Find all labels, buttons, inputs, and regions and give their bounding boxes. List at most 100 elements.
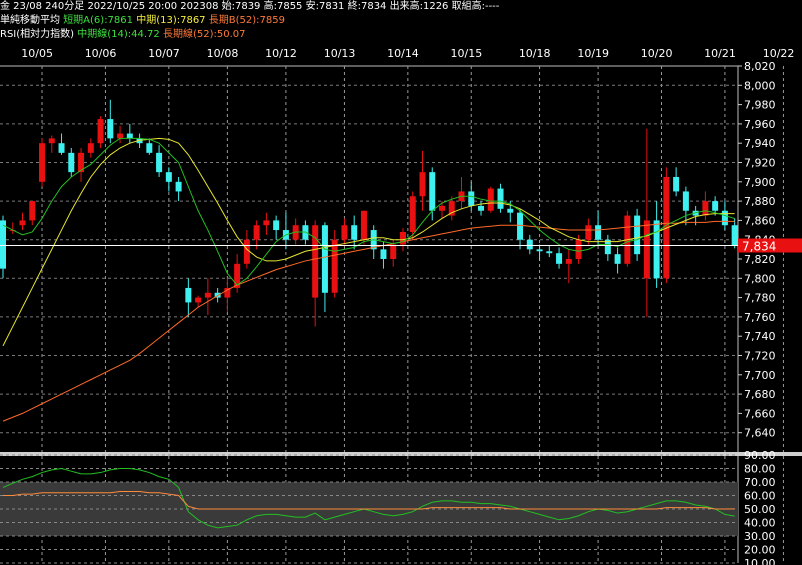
candle-down bbox=[721, 210, 728, 226]
rsi-tick-label: 30.00 bbox=[744, 530, 776, 543]
candle-up bbox=[87, 143, 94, 153]
last-price-label: 7,834 bbox=[742, 239, 776, 253]
rsi-axis: 10.0020.0030.0040.0050.0060.0070.0080.00… bbox=[744, 449, 776, 565]
price-tick-label: 7,920 bbox=[744, 157, 776, 170]
rsi-tick-label: 10.00 bbox=[744, 557, 776, 565]
price-tick-label: 7,640 bbox=[744, 427, 776, 440]
candle-down bbox=[126, 133, 133, 139]
candle-down bbox=[614, 254, 621, 264]
candle-down bbox=[146, 143, 153, 153]
date-axis-labels: 10/05 10/06 10/07 10/08 10/12 10/13 10/14 10/15… bbox=[21, 47, 795, 60]
price-tick-label: 7,820 bbox=[744, 253, 776, 266]
date-label: 10/13 bbox=[324, 47, 356, 60]
price-tick-label: 7,960 bbox=[744, 118, 776, 131]
candle-down bbox=[653, 220, 660, 279]
candle-up bbox=[29, 201, 36, 221]
candle-up bbox=[19, 220, 26, 226]
candle-down bbox=[351, 225, 358, 240]
candle-down bbox=[321, 225, 328, 293]
date-label: 10/08 bbox=[207, 47, 239, 60]
price-tick-label: 7,800 bbox=[744, 272, 776, 285]
price-tick-label: 7,880 bbox=[744, 195, 776, 208]
rsi-tick-label: 50.00 bbox=[744, 503, 776, 516]
candle-up bbox=[487, 188, 494, 211]
candle-down bbox=[497, 188, 504, 209]
candle-down bbox=[507, 208, 514, 213]
rsi-panel bbox=[0, 452, 802, 564]
date-label: 10/18 bbox=[519, 47, 551, 60]
candle-down bbox=[68, 152, 75, 173]
candle-up bbox=[585, 225, 592, 240]
candle-up bbox=[702, 201, 709, 216]
candle-down bbox=[673, 176, 680, 192]
candle-down bbox=[478, 205, 485, 211]
candle-up bbox=[97, 119, 104, 144]
candle-up bbox=[195, 297, 202, 303]
price-tick-label: 7,980 bbox=[744, 99, 776, 112]
candle-down bbox=[682, 191, 689, 211]
rsi-tick-label: 80.00 bbox=[744, 463, 776, 476]
price-tick-label: 7,780 bbox=[744, 292, 776, 305]
rsi-tick-label: 40.00 bbox=[744, 517, 776, 530]
price-chart-canvas[interactable]: 10/05 10/06 10/07 10/08 10/12 10/13 10/14 10/15… bbox=[0, 0, 802, 565]
candle-down bbox=[517, 212, 524, 240]
price-tick-label: 7,680 bbox=[744, 388, 776, 401]
candle-up bbox=[419, 172, 426, 197]
price-axis: 7,640 7,660 7,680 7,700 7,720 7,740 7,760 7,780… bbox=[0, 60, 802, 440]
price-tick-label: 7,860 bbox=[744, 214, 776, 227]
price-tick-label: 7,700 bbox=[744, 369, 776, 382]
candle-up bbox=[438, 205, 445, 211]
date-label: 10/20 bbox=[641, 47, 673, 60]
candlesticks bbox=[0, 99, 738, 327]
candle-down bbox=[175, 181, 182, 192]
candle-down bbox=[536, 249, 543, 252]
candle-up bbox=[390, 244, 397, 259]
rsi-tick-label: 70.00 bbox=[744, 476, 776, 489]
candle-down bbox=[712, 201, 719, 211]
moving-averages bbox=[2, 137, 735, 422]
candle-down bbox=[634, 215, 641, 255]
price-tick-label: 7,900 bbox=[744, 176, 776, 189]
candle-up bbox=[565, 259, 572, 264]
date-label: 10/14 bbox=[387, 47, 419, 60]
price-tick-label: 7,740 bbox=[744, 330, 776, 343]
price-tick-label: 7,760 bbox=[744, 311, 776, 324]
date-label: 10/21 bbox=[704, 47, 736, 60]
candle-down bbox=[0, 220, 6, 269]
candle-down bbox=[165, 172, 172, 182]
candle-up bbox=[243, 239, 250, 264]
candle-up bbox=[253, 225, 260, 240]
candle-up bbox=[204, 292, 211, 298]
candle-down bbox=[273, 220, 280, 231]
price-tick-label: 7,660 bbox=[744, 407, 776, 420]
candle-up bbox=[117, 133, 124, 139]
candle-down bbox=[58, 143, 65, 153]
price-tick-label: 8,000 bbox=[744, 79, 776, 92]
date-label: 10/19 bbox=[577, 47, 609, 60]
price-tick-label: 7,720 bbox=[744, 350, 776, 363]
candle-down bbox=[468, 191, 475, 206]
date-label: 10/22 bbox=[763, 47, 795, 60]
candle-down bbox=[595, 225, 602, 240]
candle-down bbox=[185, 287, 192, 303]
candle-down bbox=[556, 253, 563, 264]
candle-up bbox=[341, 225, 348, 240]
candle-up bbox=[643, 220, 650, 279]
candle-down bbox=[731, 225, 738, 246]
candle-up bbox=[575, 239, 582, 259]
candle-down bbox=[380, 249, 387, 259]
candle-down bbox=[107, 119, 114, 139]
candle-up bbox=[263, 220, 270, 226]
rsi-tick-label: 60.00 bbox=[744, 490, 776, 503]
price-tick-label: 7,940 bbox=[744, 137, 776, 150]
candle-up bbox=[399, 231, 406, 245]
rsi-tick-label: 90.00 bbox=[744, 449, 776, 462]
candle-up bbox=[48, 138, 55, 144]
candle-up bbox=[409, 196, 416, 232]
date-label: 10/05 bbox=[21, 47, 53, 60]
candle-up bbox=[39, 143, 46, 182]
candle-down bbox=[546, 251, 553, 254]
candle-down bbox=[156, 152, 163, 173]
date-label: 10/12 bbox=[265, 47, 297, 60]
candle-up bbox=[360, 210, 367, 240]
